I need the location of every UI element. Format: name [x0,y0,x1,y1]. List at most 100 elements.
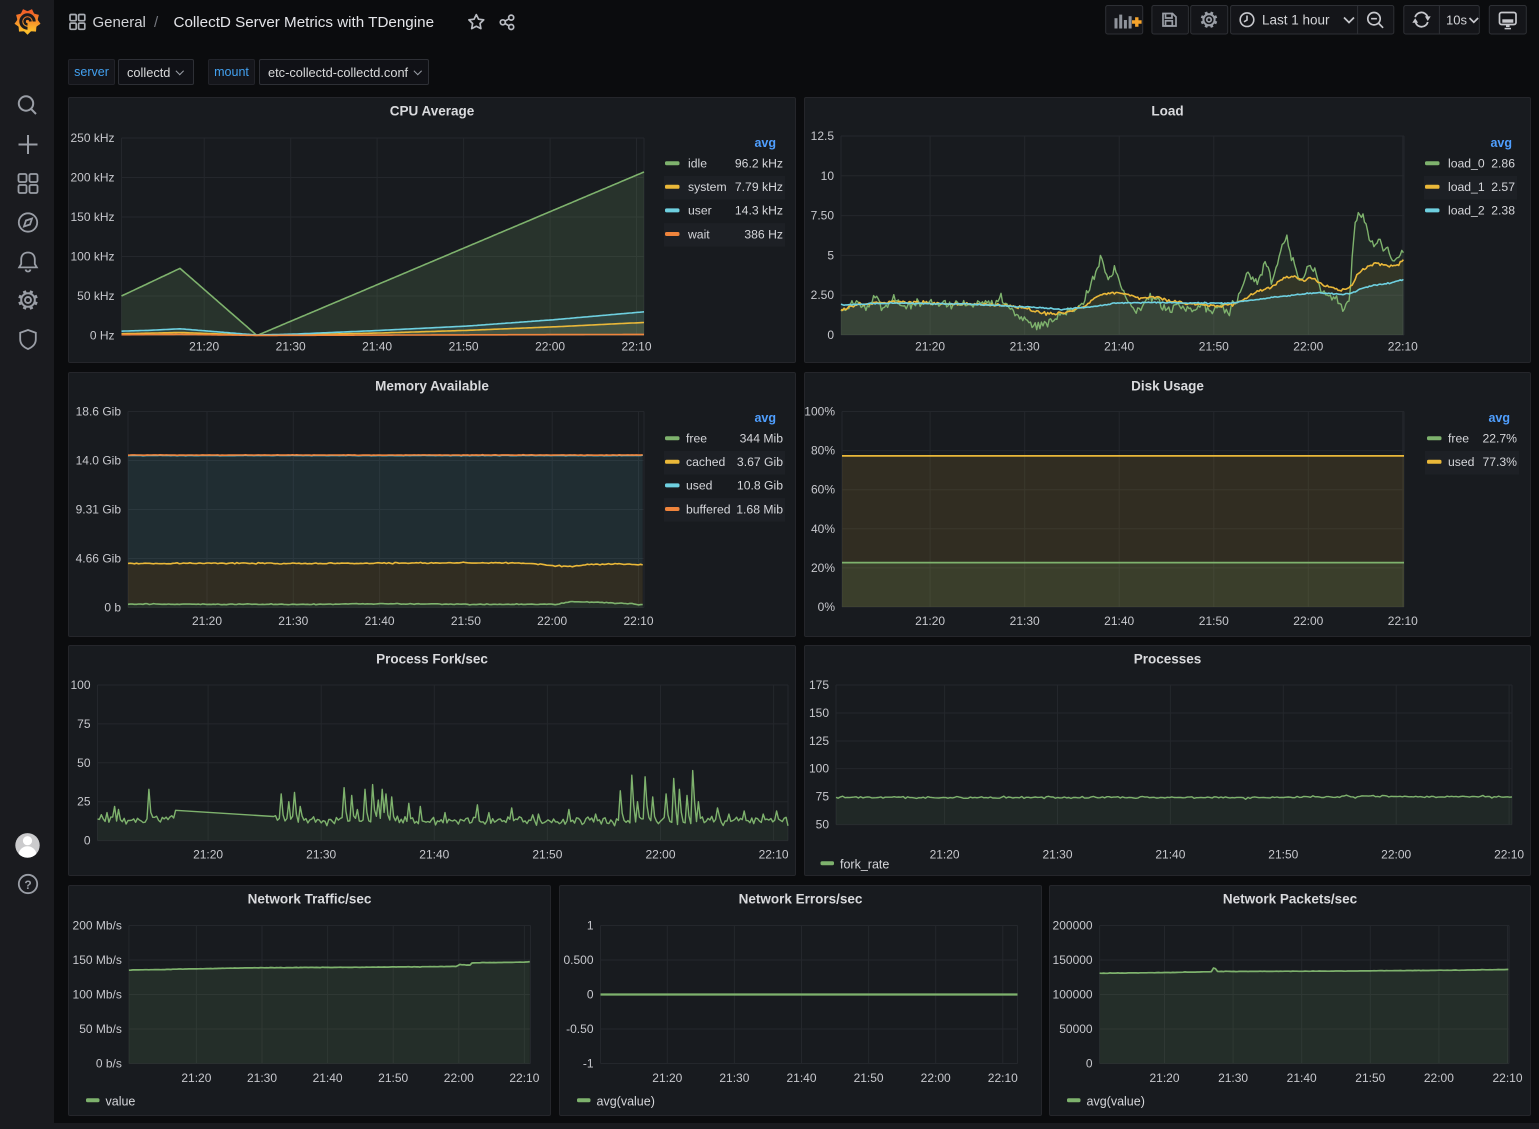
svg-text:-0.50: -0.50 [566,1022,594,1036]
svg-text:18.6 Gib: 18.6 Gib [76,404,122,418]
svg-text:80%: 80% [811,443,835,457]
svg-text:0 b: 0 b [104,600,121,614]
svg-text:21:50: 21:50 [378,1071,408,1085]
svg-text:1.68 Mib: 1.68 Mib [736,502,783,516]
svg-text:12.5: 12.5 [811,129,835,143]
svg-text:2.50: 2.50 [811,288,835,302]
svg-text:value: value [106,1094,136,1108]
svg-text:22:00: 22:00 [1381,848,1411,862]
svg-text:buffered: buffered [686,502,731,516]
svg-text:10.8 Gib: 10.8 Gib [737,478,783,492]
svg-text:21:30: 21:30 [247,1071,277,1085]
svg-text:avg(value): avg(value) [1087,1094,1145,1108]
svg-text:0 b/s: 0 b/s [96,1056,122,1070]
svg-text:22:00: 22:00 [920,1071,950,1085]
svg-text:21:40: 21:40 [362,340,392,354]
svg-text:22:10: 22:10 [987,1071,1017,1085]
svg-text:150 Mb/s: 150 Mb/s [73,953,122,967]
svg-text:21:30: 21:30 [1010,340,1040,354]
svg-text:5: 5 [827,248,834,262]
svg-text:344 Mib: 344 Mib [740,431,784,445]
svg-text:100 Mb/s: 100 Mb/s [73,987,122,1001]
svg-text:125: 125 [809,734,829,748]
svg-text:0: 0 [1086,1056,1093,1070]
svg-text:200 Mb/s: 200 Mb/s [73,918,122,932]
svg-text:load_1: load_1 [1448,180,1485,194]
svg-text:50: 50 [816,818,830,832]
svg-text:21:20: 21:20 [181,1071,211,1085]
svg-text:77.3%: 77.3% [1482,455,1517,469]
svg-text:0: 0 [586,987,593,1001]
svg-text:0: 0 [84,834,91,848]
svg-text:Load: Load [1151,104,1183,119]
svg-text:wait: wait [687,227,710,241]
svg-text:/: / [154,14,159,31]
svg-text:2.57: 2.57 [1491,180,1515,194]
svg-text:21:30: 21:30 [276,340,306,354]
svg-text:cached: cached [686,455,725,469]
svg-text:14.0 Gib: 14.0 Gib [76,453,122,467]
svg-text:load_2: load_2 [1448,204,1485,218]
svg-text:22.7%: 22.7% [1482,431,1517,445]
svg-text:22:10: 22:10 [1494,848,1524,862]
svg-text:7.79 kHz: 7.79 kHz [735,180,783,194]
svg-text:2.86: 2.86 [1491,157,1515,171]
svg-text:21:40: 21:40 [786,1071,816,1085]
svg-text:-1: -1 [582,1056,593,1070]
svg-text:22:00: 22:00 [535,340,565,354]
svg-text:0 Hz: 0 Hz [90,329,115,343]
svg-text:0: 0 [827,328,834,342]
svg-text:avg: avg [754,411,776,425]
svg-text:100 kHz: 100 kHz [70,250,114,264]
svg-text:21:50: 21:50 [1355,1071,1385,1085]
svg-text:avg: avg [1490,136,1512,150]
svg-text:250 kHz: 250 kHz [70,131,114,145]
svg-text:100: 100 [809,762,829,776]
svg-text:21:50: 21:50 [449,340,479,354]
svg-text:21:20: 21:20 [189,340,219,354]
svg-text:7.50: 7.50 [811,209,835,223]
svg-text:0.500: 0.500 [563,953,593,967]
svg-text:21:50: 21:50 [1199,614,1229,628]
svg-text:21:40: 21:40 [1104,614,1134,628]
svg-text:25: 25 [77,795,91,809]
svg-text:avg: avg [1488,411,1510,425]
svg-text:22:00: 22:00 [1293,614,1323,628]
svg-text:0%: 0% [818,600,836,614]
svg-text:22:10: 22:10 [509,1071,539,1085]
svg-text:22:00: 22:00 [537,614,567,628]
svg-text:175: 175 [809,678,829,692]
svg-text:21:30: 21:30 [1010,614,1040,628]
svg-text:22:10: 22:10 [1492,1071,1522,1085]
svg-text:21:40: 21:40 [1155,848,1185,862]
svg-text:100: 100 [70,678,90,692]
svg-text:avg(value): avg(value) [596,1094,654,1108]
svg-text:50 kHz: 50 kHz [77,289,114,303]
svg-text:150: 150 [809,706,829,720]
svg-text:75: 75 [816,790,830,804]
svg-text:21:30: 21:30 [278,614,308,628]
svg-text:50: 50 [77,756,91,770]
svg-text:Processes: Processes [1134,652,1202,667]
svg-text:22:00: 22:00 [444,1071,474,1085]
svg-text:10: 10 [821,169,835,183]
svg-text:used: used [686,478,712,492]
svg-text:21:20: 21:20 [1149,1071,1179,1085]
svg-text:40%: 40% [811,521,835,535]
svg-text:21:20: 21:20 [915,340,945,354]
svg-text:386 Hz: 386 Hz [744,227,783,241]
svg-text:150000: 150000 [1053,953,1093,967]
svg-text:14.3 kHz: 14.3 kHz [735,204,783,218]
svg-text:22:10: 22:10 [759,848,789,862]
svg-text:Network Packets/sec: Network Packets/sec [1223,891,1358,906]
svg-text:21:20: 21:20 [652,1071,682,1085]
svg-text:75: 75 [77,717,91,731]
svg-text:22:00: 22:00 [645,848,675,862]
svg-text:21:40: 21:40 [1287,1071,1317,1085]
svg-text:20%: 20% [811,560,835,574]
svg-text:9.31 Gib: 9.31 Gib [76,502,122,516]
svg-text:21:40: 21:40 [313,1071,343,1085]
svg-text:21:50: 21:50 [1199,340,1229,354]
svg-text:21:30: 21:30 [719,1071,749,1085]
svg-text:3.67 Gib: 3.67 Gib [737,455,783,469]
